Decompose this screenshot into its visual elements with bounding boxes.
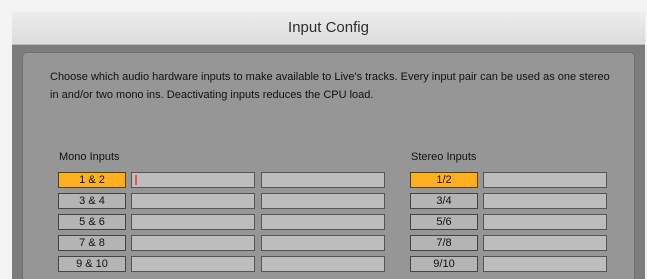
mono-channel-slot[interactable] (131, 235, 255, 251)
mono-inputs-heading: Mono Inputs (59, 151, 120, 163)
mono-channel-slot[interactable] (261, 214, 385, 230)
mono-channel-slot[interactable] (261, 256, 385, 272)
stereo-channel-slot[interactable] (483, 256, 607, 272)
stereo-pair-toggle[interactable]: 3/4 (410, 193, 478, 209)
stereo-channel-slot[interactable] (483, 235, 607, 251)
mono-channel-slot[interactable] (261, 235, 385, 251)
mono-channel-slot[interactable] (131, 172, 255, 188)
stereo-channel-slot[interactable] (483, 172, 607, 188)
stereo-channel-slot[interactable] (483, 193, 607, 209)
mono-channel-slot[interactable] (261, 172, 385, 188)
stereo-pair-toggle[interactable]: 7/8 (410, 235, 478, 251)
mono-pair-toggle[interactable]: 5 & 6 (58, 214, 126, 230)
selection-marker (135, 175, 137, 185)
mono-pair-toggle[interactable]: 3 & 4 (58, 193, 126, 209)
mono-pair-toggle[interactable]: 1 & 2 (58, 172, 126, 188)
stereo-inputs-heading: Stereo Inputs (411, 151, 477, 163)
stereo-pair-toggle[interactable]: 9/10 (410, 256, 478, 272)
mono-channel-slot[interactable] (261, 193, 385, 209)
mono-channel-slot[interactable] (131, 214, 255, 230)
mono-pair-toggle[interactable]: 7 & 8 (58, 235, 126, 251)
dialog-description: Choose which audio hardware inputs to ma… (50, 71, 610, 101)
input-config-dialog: Input Config Choose which audio hardware… (12, 12, 645, 279)
stereo-channel-slot[interactable] (483, 214, 607, 230)
mono-channel-slot[interactable] (131, 193, 255, 209)
mono-pair-toggle[interactable]: 9 & 10 (58, 256, 126, 272)
window-title: Input Config (12, 12, 645, 45)
stereo-pair-toggle[interactable]: 1/2 (410, 172, 478, 188)
stereo-pair-toggle[interactable]: 5/6 (410, 214, 478, 230)
mono-channel-slot[interactable] (131, 256, 255, 272)
